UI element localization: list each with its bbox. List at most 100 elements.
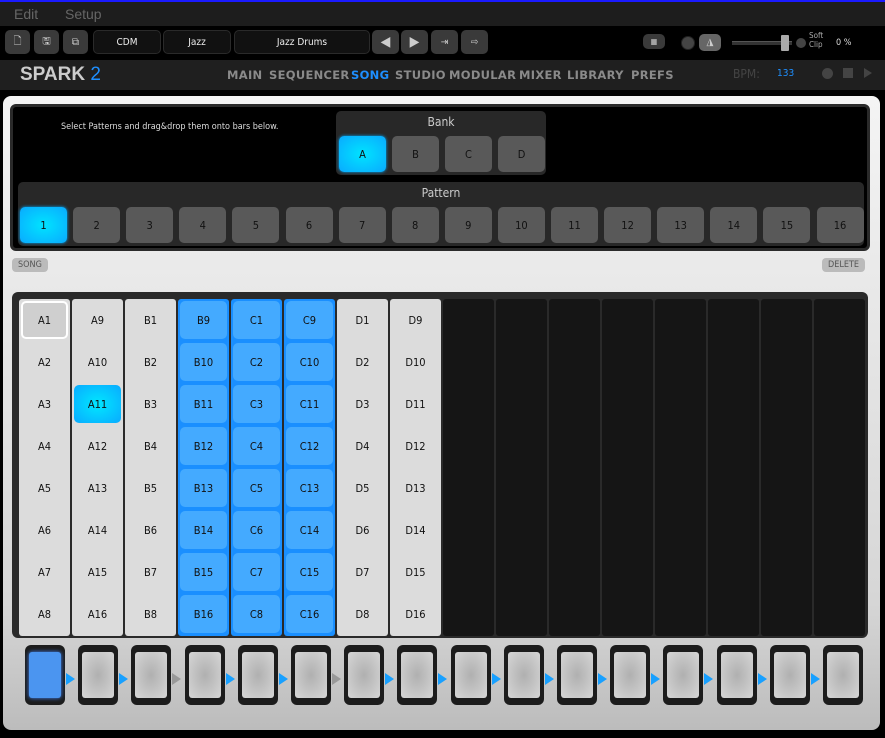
bar-column[interactable]: [443, 299, 494, 636]
chain-arrow-icon[interactable]: [757, 673, 767, 685]
song-bar-slot[interactable]: [344, 645, 385, 705]
delete-button[interactable]: DELETE: [822, 258, 866, 272]
song-bar-slot[interactable]: [823, 645, 863, 705]
pattern-button-9[interactable]: 9: [444, 207, 492, 243]
preset-field[interactable]: Jazz Drums: [234, 30, 370, 54]
chain-arrow-icon[interactable]: [385, 673, 395, 685]
bar-column[interactable]: [602, 299, 653, 636]
bar-column[interactable]: C1 C2 C3 C4 C5 C6 C7 C8: [231, 299, 282, 636]
pattern-button-13[interactable]: 13: [657, 207, 705, 243]
pattern-cell[interactable]: D12: [392, 427, 439, 465]
chain-arrow-icon[interactable]: [544, 673, 554, 685]
tab-sequencer[interactable]: SEQUENCER: [269, 68, 350, 82]
song-button[interactable]: SONG: [12, 258, 48, 272]
pattern-button-2[interactable]: 2: [73, 207, 121, 243]
song-bar-slot[interactable]: [25, 645, 65, 705]
pattern-cell[interactable]: D2: [339, 343, 386, 381]
pattern-button-14[interactable]: 14: [710, 207, 758, 243]
tab-mixer[interactable]: MIXER: [519, 68, 562, 82]
pattern-cell[interactable]: B1: [127, 301, 174, 339]
pattern-cell[interactable]: D8: [339, 595, 386, 633]
tab-modular[interactable]: MODULAR: [449, 68, 516, 82]
tab-main[interactable]: MAIN: [227, 68, 262, 82]
pattern-cell[interactable]: D3: [339, 385, 386, 423]
pattern-button-15[interactable]: 15: [763, 207, 811, 243]
chain-arrow-icon[interactable]: [119, 673, 129, 685]
bar-column[interactable]: B1 B2 B3 B4 B5 B6 B7 B8: [125, 299, 176, 636]
play-button[interactable]: [864, 68, 872, 78]
song-bar-slot[interactable]: [450, 645, 491, 705]
bar-column[interactable]: C9 C10 C11 C12 C13 C14 C15 C16: [284, 299, 335, 636]
new-file-button[interactable]: 🗋: [5, 30, 30, 54]
pattern-cell[interactable]: D15: [392, 553, 439, 591]
chain-arrow-icon[interactable]: [651, 673, 661, 685]
pattern-cell[interactable]: B14: [180, 511, 227, 549]
pattern-cell[interactable]: B8: [127, 595, 174, 633]
bar-column[interactable]: [655, 299, 706, 636]
pattern-cell[interactable]: D11: [392, 385, 439, 423]
pattern-cell[interactable]: A1: [21, 301, 68, 339]
bar-column[interactable]: [496, 299, 547, 636]
pattern-cell[interactable]: C15: [286, 553, 333, 591]
slider-handle[interactable]: [781, 35, 789, 51]
pattern-cell[interactable]: C10: [286, 343, 333, 381]
pattern-cell[interactable]: C7: [233, 553, 280, 591]
bank-button-c[interactable]: C: [445, 136, 492, 172]
pattern-button-3[interactable]: 3: [126, 207, 174, 243]
pattern-cell[interactable]: B9: [180, 301, 227, 339]
keyboard-button[interactable]: ▦: [643, 34, 665, 49]
pattern-button-6[interactable]: 6: [285, 207, 333, 243]
stop-button[interactable]: [843, 68, 853, 78]
chain-arrow-icon[interactable]: [225, 673, 235, 685]
bar-column[interactable]: D1 D2 D3 D4 D5 D6 D7 D8: [337, 299, 388, 636]
pattern-cell[interactable]: C1: [233, 301, 280, 339]
song-bar-slot[interactable]: [397, 645, 438, 705]
pattern-cell[interactable]: D10: [392, 343, 439, 381]
volume-knob[interactable]: [681, 36, 695, 50]
pattern-cell[interactable]: D14: [392, 511, 439, 549]
bank-button-b[interactable]: B: [392, 136, 439, 172]
chain-arrow-icon[interactable]: [332, 673, 341, 685]
song-bar-slot[interactable]: [291, 645, 331, 705]
song-bar-slot[interactable]: [503, 645, 544, 705]
bank-button-d[interactable]: D: [498, 136, 545, 172]
pattern-cell[interactable]: C12: [286, 427, 333, 465]
song-bar-slot[interactable]: [184, 645, 225, 705]
tab-prefs[interactable]: PREFS: [631, 68, 674, 82]
pattern-button-4[interactable]: 4: [179, 207, 227, 243]
pattern-cell[interactable]: A2: [21, 343, 68, 381]
chain-arrow-icon[interactable]: [598, 673, 607, 685]
pattern-cell[interactable]: C5: [233, 469, 280, 507]
soft-clip-toggle[interactable]: [796, 38, 806, 48]
pattern-cell[interactable]: B7: [127, 553, 174, 591]
pattern-cell[interactable]: C14: [286, 511, 333, 549]
save-button[interactable]: 🖫: [34, 30, 59, 54]
chain-arrow-icon[interactable]: [278, 673, 288, 685]
save-as-button[interactable]: ⧉: [63, 30, 88, 54]
pattern-cell[interactable]: B3: [127, 385, 174, 423]
pattern-cell[interactable]: C11: [286, 385, 333, 423]
chain-arrow-icon[interactable]: [704, 673, 714, 685]
pattern-button-7[interactable]: 7: [338, 207, 386, 243]
chain-arrow-icon[interactable]: [66, 673, 75, 685]
pattern-cell[interactable]: C4: [233, 427, 280, 465]
pattern-cell[interactable]: C9: [286, 301, 333, 339]
chain-arrow-icon[interactable]: [438, 673, 448, 685]
pattern-cell[interactable]: A5: [21, 469, 68, 507]
pattern-cell[interactable]: D1: [339, 301, 386, 339]
song-bar-slot[interactable]: [131, 645, 172, 705]
pattern-cell[interactable]: B4: [127, 427, 174, 465]
song-bar-slot[interactable]: [663, 645, 704, 705]
pattern-cell[interactable]: D6: [339, 511, 386, 549]
pattern-cell[interactable]: D4: [339, 427, 386, 465]
bar-column[interactable]: B9 B10 B11 B12 B13 B14 B15 B16: [178, 299, 229, 636]
bar-column[interactable]: A9 A10 A11 A12 A13 A14 A15 A16: [72, 299, 123, 636]
pattern-cell[interactable]: C8: [233, 595, 280, 633]
bar-column[interactable]: A1 A2 A3 A4 A5 A6 A7 A8: [19, 299, 70, 636]
pattern-cell[interactable]: A13: [74, 469, 121, 507]
pattern-button-1[interactable]: 1: [20, 207, 67, 243]
tab-library[interactable]: LIBRARY: [567, 68, 624, 82]
pattern-button-11[interactable]: 11: [551, 207, 598, 243]
pattern-cell[interactable]: C2: [233, 343, 280, 381]
pattern-cell[interactable]: B10: [180, 343, 227, 381]
